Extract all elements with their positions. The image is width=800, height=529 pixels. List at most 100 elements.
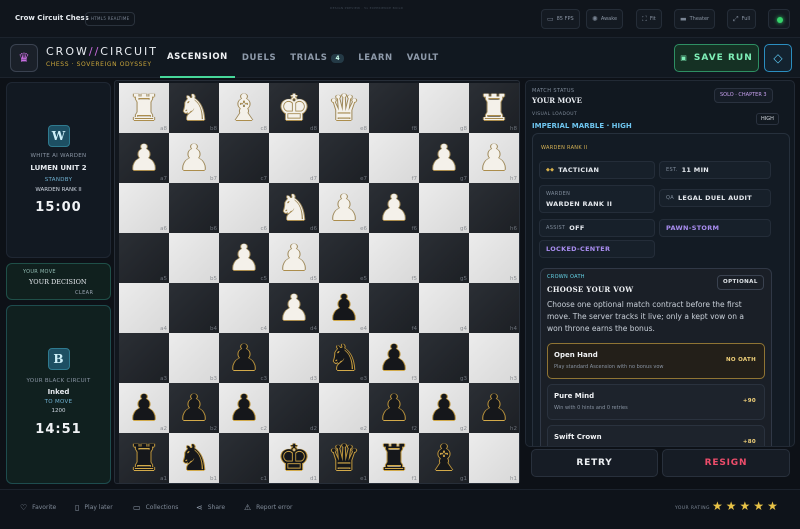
assist-field[interactable]: ASSIST OFF — [539, 219, 655, 237]
square-a4[interactable]: a4 — [119, 283, 169, 333]
square-a8[interactable]: ♜ a8 — [119, 83, 169, 133]
square-d2[interactable]: d2 — [269, 383, 319, 433]
square-e6[interactable]: ♟ e6 — [319, 183, 369, 233]
square-b7[interactable]: ♟ b7 — [169, 133, 219, 183]
square-h1[interactable]: h1 — [469, 433, 519, 483]
tab-learn[interactable]: LEARN — [351, 38, 399, 78]
awake-button[interactable]: ✺ Awake — [586, 9, 624, 29]
square-coordinate: f3 — [411, 376, 417, 382]
square-g3[interactable]: g3 — [419, 333, 469, 383]
match-status-label: MATCH STATUS — [532, 88, 575, 94]
square-e5[interactable]: e5 — [319, 233, 369, 283]
star-icon[interactable]: ★ — [712, 499, 723, 513]
star-icon[interactable]: ★ — [740, 499, 751, 513]
square-c6[interactable]: c6 — [219, 183, 269, 233]
square-b2[interactable]: ♟ b2 — [169, 383, 219, 433]
square-b5[interactable]: b5 — [169, 233, 219, 283]
resign-button[interactable]: RESIGN — [662, 449, 790, 477]
square-g2[interactable]: ♟ g2 — [419, 383, 469, 433]
square-h3[interactable]: h3 — [469, 333, 519, 383]
square-h7[interactable]: ♟ h7 — [469, 133, 519, 183]
star-icon[interactable]: ★ — [767, 499, 778, 513]
square-e8[interactable]: ♛ e8 — [319, 83, 369, 133]
chess-board[interactable]: ♜ a8 ♞ b8 ♝ c8 ♚ d8 ♛ e8 f8 g8 ♜ h8 ♟ a7 ♟ b7 c7 d7 e7 f7 ♟ g7 ♟… — [119, 83, 519, 483]
tab-trials[interactable]: TRIALS 4 — [283, 38, 351, 78]
square-g6[interactable]: g6 — [419, 183, 469, 233]
square-g7[interactable]: ♟ g7 — [419, 133, 469, 183]
square-a2[interactable]: ♟ a2 — [119, 383, 169, 433]
square-d3[interactable]: d3 — [269, 333, 319, 383]
square-h8[interactable]: ♜ h8 — [469, 83, 519, 133]
square-d6[interactable]: ♞ d6 — [269, 183, 319, 233]
square-b8[interactable]: ♞ b8 — [169, 83, 219, 133]
retry-button[interactable]: RETRY — [531, 449, 658, 477]
square-h5[interactable]: h5 — [469, 233, 519, 283]
square-c5[interactable]: ♟ c5 — [219, 233, 269, 283]
square-g5[interactable]: g5 — [419, 233, 469, 283]
connection-status-indicator[interactable] — [768, 9, 790, 29]
theater-button[interactable]: ▬ Theater — [674, 9, 716, 29]
square-d4[interactable]: ♟ d4 — [269, 283, 319, 333]
square-f5[interactable]: f5 — [369, 233, 419, 283]
tab-ascension[interactable]: ASCENSION — [160, 38, 235, 78]
rating-stars[interactable]: ★ ★ ★ ★ ★ — [712, 499, 778, 513]
square-a6[interactable]: a6 — [119, 183, 169, 233]
oath-option-open-hand[interactable]: Open Hand Play standard Ascension with n… — [547, 343, 765, 379]
square-a1[interactable]: ♜ a1 — [119, 433, 169, 483]
square-b3[interactable]: b3 — [169, 333, 219, 383]
square-f7[interactable]: f7 — [369, 133, 419, 183]
square-a3[interactable]: a3 — [119, 333, 169, 383]
oath-option-swift-crown[interactable]: Swift Crown +80 — [547, 425, 765, 446]
square-d8[interactable]: ♚ d8 — [269, 83, 319, 133]
square-b4[interactable]: b4 — [169, 283, 219, 333]
square-b6[interactable]: b6 — [169, 183, 219, 233]
square-e4[interactable]: ♟ e4 — [319, 283, 369, 333]
square-d5[interactable]: ♟ d5 — [269, 233, 319, 283]
play-later-button[interactable]: ▯ Play later — [75, 503, 113, 512]
square-c7[interactable]: c7 — [219, 133, 269, 183]
square-e3[interactable]: ♞ e3 — [319, 333, 369, 383]
square-c1[interactable]: c1 — [219, 433, 269, 483]
star-icon[interactable]: ★ — [753, 499, 764, 513]
square-g8[interactable]: g8 — [419, 83, 469, 133]
fullscreen-button[interactable]: ⤢ Full — [727, 9, 757, 29]
square-d1[interactable]: ♚ d1 — [269, 433, 319, 483]
square-f6[interactable]: ♟ f6 — [369, 183, 419, 233]
square-g4[interactable]: g4 — [419, 283, 469, 333]
fit-button[interactable]: ⛶ Fit — [636, 9, 662, 29]
square-h2[interactable]: ♟ h2 — [469, 383, 519, 433]
square-c3[interactable]: ♟ c3 — [219, 333, 269, 383]
diamond-icon[interactable]: ◇ — [764, 44, 792, 72]
save-run-button[interactable]: ▣ SAVE RUN — [674, 44, 759, 72]
square-f1[interactable]: ♜ f1 — [369, 433, 419, 483]
square-f8[interactable]: f8 — [369, 83, 419, 133]
report-error-button[interactable]: ⚠ Report error — [244, 503, 293, 512]
quality-badge[interactable]: HIGH — [756, 113, 779, 125]
clear-button[interactable]: CLEAR — [75, 290, 93, 296]
square-h4[interactable]: h4 — [469, 283, 519, 333]
square-f3[interactable]: ♟ f3 — [369, 333, 419, 383]
tab-duels[interactable]: DUELS — [235, 38, 283, 78]
square-c2[interactable]: ♟ c2 — [219, 383, 269, 433]
square-f4[interactable]: f4 — [369, 283, 419, 333]
square-h6[interactable]: h6 — [469, 183, 519, 233]
fps-button[interactable]: ▭ 85 FPS — [541, 9, 580, 29]
tab-vault[interactable]: VAULT — [400, 38, 446, 78]
square-f2[interactable]: ♟ f2 — [369, 383, 419, 433]
oath-option-pure-mind[interactable]: Pure Mind Win with 0 hints and 0 retries… — [547, 384, 765, 420]
favorite-button[interactable]: ♡ Favorite — [20, 503, 56, 512]
square-d7[interactable]: d7 — [269, 133, 319, 183]
square-e1[interactable]: ♛ e1 — [319, 433, 369, 483]
collections-button[interactable]: ▭ Collections — [133, 503, 178, 512]
square-b1[interactable]: ♞ b1 — [169, 433, 219, 483]
square-c4[interactable]: c4 — [219, 283, 269, 333]
square-e7[interactable]: e7 — [319, 133, 369, 183]
square-a7[interactable]: ♟ a7 — [119, 133, 169, 183]
crown-logo-icon[interactable]: ♛ — [10, 44, 38, 72]
star-icon[interactable]: ★ — [726, 499, 737, 513]
share-button[interactable]: ⋖ Share — [196, 503, 225, 512]
square-e2[interactable]: e2 — [319, 383, 369, 433]
square-a5[interactable]: a5 — [119, 233, 169, 283]
square-g1[interactable]: ♝ g1 — [419, 433, 469, 483]
square-c8[interactable]: ♝ c8 — [219, 83, 269, 133]
